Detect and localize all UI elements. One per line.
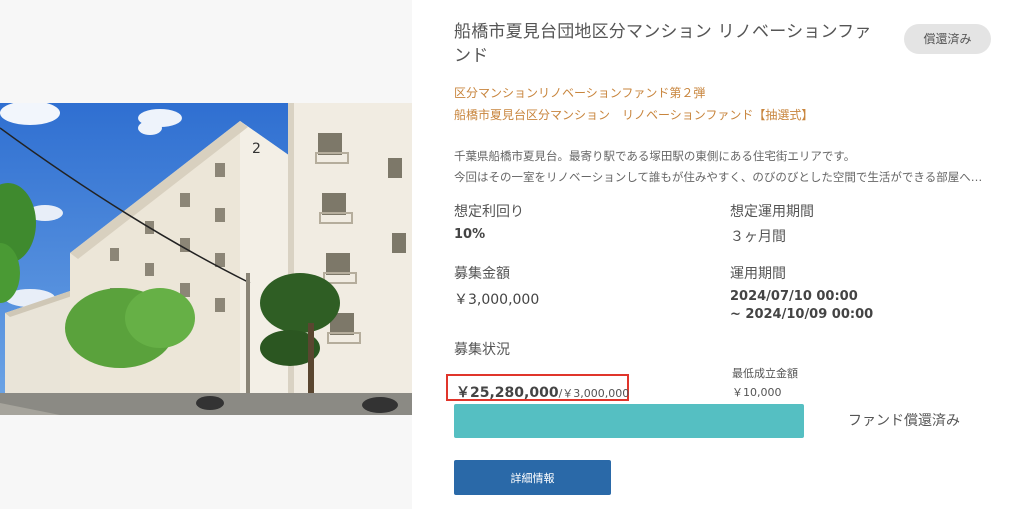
recruit-progress-fill xyxy=(454,404,804,438)
raise-amount-label: 募集金額 xyxy=(454,266,510,282)
image-panel: 2 xyxy=(0,0,412,509)
raise-amount-value: ￥3,000,000 xyxy=(454,292,540,308)
expected-yield-value: 10% xyxy=(454,227,486,242)
fund-description-line2: 今回はその一室をリノベーションして誰もが住みやすく、のびのびとした空間で生活がで… xyxy=(454,170,989,184)
property-photo: 2 xyxy=(0,103,412,415)
recruit-progress-bar xyxy=(454,404,804,438)
status-badge: 償還済み xyxy=(904,24,991,54)
detail-info-button[interactable]: 詳細情報 xyxy=(454,460,611,495)
expected-period-label: 想定運用期間 xyxy=(730,204,814,220)
fund-subtitle-name: 船橋市夏見台区分マンション リノベーションファンド【抽選式】 xyxy=(454,108,814,122)
fund-details: 船橋市夏見台団地区分マンション リノベーションファンド 償還済み 区分マンション… xyxy=(446,0,1014,509)
target-amount-value: /￥3,000,000 xyxy=(558,387,630,400)
applied-amount-value: ￥25,280,000 xyxy=(456,385,559,401)
fund-title: 船橋市夏見台団地区分マンション リノベーションファンド xyxy=(454,22,872,66)
building-number: 2 xyxy=(252,141,261,157)
expected-period-value: ３ヶ月間 xyxy=(730,229,786,245)
operation-period-end: ~ 2024/10/09 00:00 xyxy=(730,307,874,322)
applied-amount: ￥25,280,000/￥3,000,000 xyxy=(456,382,629,402)
expected-yield-label: 想定利回り xyxy=(454,204,524,220)
min-amount-label: 最低成立金額 xyxy=(732,367,798,380)
operation-period-label: 運用期間 xyxy=(730,266,786,282)
progress-status-text: ファンド償還済み xyxy=(848,413,960,429)
fund-subtitle-series: 区分マンションリノベーションファンド第２弾 xyxy=(454,86,706,100)
recruit-status-label: 募集状況 xyxy=(454,342,510,358)
fund-description-line1: 千葉県船橋市夏見台。最寄り駅である塚田駅の東側にある住宅街エリアです。 xyxy=(454,149,856,163)
min-amount-value: ￥10,000 xyxy=(732,386,782,399)
operation-period-start: 2024/07/10 00:00 xyxy=(730,289,858,304)
